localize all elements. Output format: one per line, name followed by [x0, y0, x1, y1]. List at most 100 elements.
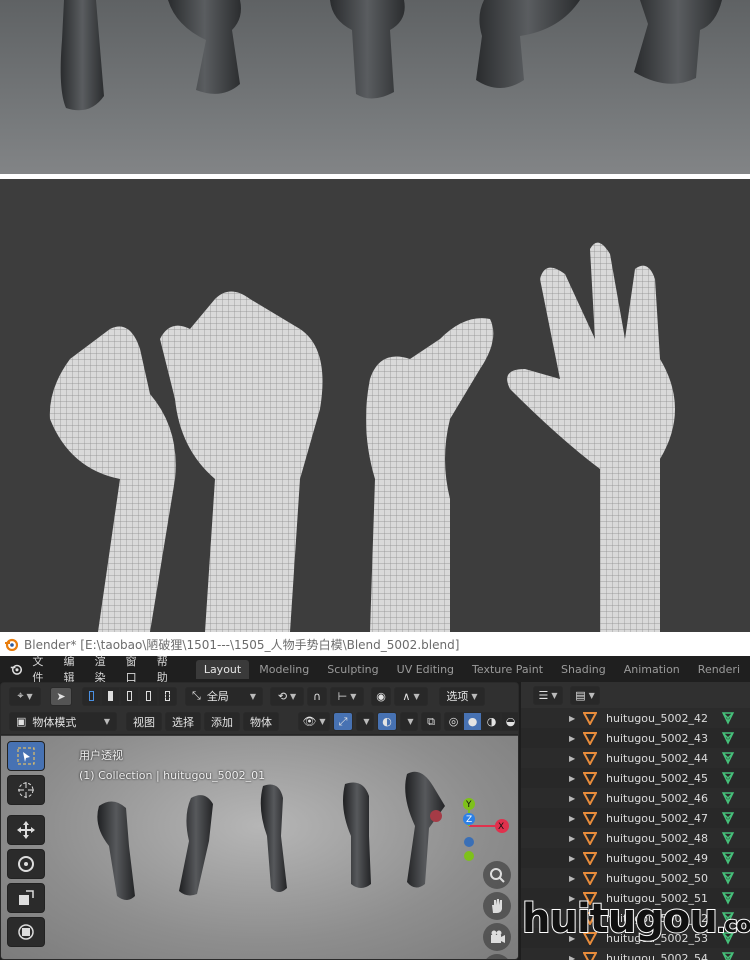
options-label: 选项 — [446, 690, 469, 703]
tab-uv-editing[interactable]: UV Editing — [389, 660, 462, 679]
select-extend-button[interactable] — [101, 686, 120, 706]
expand-arrow-icon[interactable]: ▶ — [569, 834, 575, 843]
expand-arrow-icon[interactable]: ▶ — [569, 734, 575, 743]
menu-render[interactable]: 渲染 — [95, 653, 112, 685]
tab-rendering[interactable]: Renderi — [690, 660, 748, 679]
menu-help[interactable]: 帮助 — [157, 653, 174, 685]
transform-tool[interactable] — [7, 917, 45, 947]
cursor-tool[interactable] — [7, 775, 45, 805]
select-tool-button[interactable]: ➤ — [50, 686, 72, 706]
outliner-item[interactable]: ▶ huitugou_5002_44 — [521, 748, 750, 768]
proportional-edit-toggle[interactable]: ◉ — [371, 686, 391, 706]
chevron-down-icon: ▼ — [363, 717, 370, 726]
tab-texture-paint[interactable]: Texture Paint — [464, 660, 551, 679]
gizmo-dropdown[interactable]: ▼ — [356, 712, 374, 731]
mesh-data-icon[interactable] — [721, 811, 735, 825]
display-mode-dropdown[interactable]: ▤ ▼ — [570, 685, 600, 705]
outliner-item[interactable]: ▶ huitugou_5002_54 — [521, 948, 750, 960]
mesh-data-icon[interactable] — [721, 871, 735, 885]
chevron-down-icon: ▼ — [26, 691, 33, 701]
editor-type-button[interactable]: ⌖ ▼ — [9, 686, 41, 706]
mesh-data-icon[interactable] — [721, 771, 735, 785]
expand-arrow-icon[interactable]: ▶ — [569, 714, 575, 723]
select-new-button[interactable] — [82, 686, 101, 706]
outliner-item-label: huitugou_5002_54 — [606, 951, 708, 960]
shading-solid-button[interactable]: ● — [463, 712, 482, 731]
shading-wireframe-button[interactable]: ◎ — [444, 712, 463, 731]
outliner-item[interactable]: ▶ huitugou_5002_45 — [521, 768, 750, 788]
expand-arrow-icon[interactable]: ▶ — [569, 774, 575, 783]
outliner-item-label: huitugou_5002_48 — [606, 831, 708, 845]
mesh-data-icon[interactable] — [721, 751, 735, 765]
outliner-item[interactable]: ▶ huitugou_5002_46 — [521, 788, 750, 808]
options-dropdown[interactable]: 选项 ▼ — [439, 686, 485, 706]
falloff-dropdown[interactable]: ∧ ▼ — [394, 686, 428, 706]
menu-edit[interactable]: 编辑 — [64, 653, 81, 685]
add-menu[interactable]: 添加 — [204, 712, 240, 731]
expand-arrow-icon[interactable]: ▶ — [569, 814, 575, 823]
overlay-toggle[interactable]: ◐ — [377, 712, 397, 731]
blender-menu-icon[interactable] — [10, 661, 23, 677]
outliner-item[interactable]: ▶ huitugou_5002_43 — [521, 728, 750, 748]
pan-button[interactable] — [483, 892, 511, 920]
rotate-tool[interactable] — [7, 849, 45, 879]
outliner-item[interactable]: ▶ huitugou_5002_48 — [521, 828, 750, 848]
snap-toggle[interactable]: ∩ — [307, 686, 327, 706]
gizmo-toggle[interactable]: ⤢ — [333, 712, 353, 731]
zoom-button[interactable] — [483, 861, 511, 889]
expand-arrow-icon[interactable]: ▶ — [569, 794, 575, 803]
expand-arrow-icon[interactable]: ▶ — [569, 954, 575, 960]
select-subtract-button[interactable] — [120, 686, 139, 706]
material-sphere-icon: ◑ — [486, 715, 497, 728]
expand-arrow-icon[interactable]: ▶ — [569, 874, 575, 883]
outliner-item-label: huitugou_5002_42 — [606, 711, 708, 725]
mesh-data-icon[interactable] — [721, 851, 735, 865]
crosshair-cursor-icon — [18, 782, 34, 798]
outliner-item[interactable]: ▶ huitugou_5002_49 — [521, 848, 750, 868]
outliner-item[interactable]: ▶ huitugou_5002_42 — [521, 708, 750, 728]
tab-animation[interactable]: Animation — [616, 660, 688, 679]
3d-viewport[interactable]: ⌖ ▼ ➤ ⤡ 全局 ▼ ⟲ ▼ ∩ ⊢ ▼ ◉ ∧ ▼ 选项 ▼ ▣ 物体模式… — [0, 682, 519, 960]
shading-material-button[interactable]: ◑ — [482, 712, 501, 731]
pivot-point-dropdown[interactable]: ⟲ ▼ — [270, 686, 304, 706]
expand-arrow-icon[interactable]: ▶ — [569, 854, 575, 863]
menu-file[interactable]: 文件 — [32, 653, 49, 685]
mode-value: 物体模式 — [32, 715, 77, 729]
xray-toggle[interactable]: ⧉ — [421, 712, 441, 731]
snap-target-dropdown[interactable]: ⊢ ▼ — [330, 686, 364, 706]
rotate-icon — [18, 856, 34, 872]
mesh-data-icon[interactable] — [721, 791, 735, 805]
mesh-data-icon[interactable] — [721, 711, 735, 725]
mesh-data-icon[interactable] — [721, 731, 735, 745]
select-menu[interactable]: 选择 — [165, 712, 201, 731]
mesh-data-icon[interactable] — [721, 951, 735, 960]
tab-modeling[interactable]: Modeling — [251, 660, 317, 679]
tab-sculpting[interactable]: Sculpting — [319, 660, 386, 679]
tab-layout[interactable]: Layout — [195, 659, 250, 679]
select-invert-button[interactable] — [158, 686, 177, 706]
move-arrows-icon — [17, 821, 35, 839]
select-intersect-button[interactable] — [139, 686, 158, 706]
mode-dropdown[interactable]: ▣ 物体模式 ▼ — [9, 712, 117, 731]
mesh-data-icon[interactable] — [721, 831, 735, 845]
transform-orientation-dropdown[interactable]: ⤡ 全局 ▼ — [185, 686, 263, 706]
shading-rendered-button[interactable]: ◒ — [501, 712, 518, 731]
select-box-tool[interactable] — [7, 741, 45, 771]
expand-arrow-icon[interactable]: ▶ — [569, 754, 575, 763]
tab-shading[interactable]: Shading — [553, 660, 614, 679]
outliner-item[interactable]: ▶ huitugou_5002_47 — [521, 808, 750, 828]
scale-tool[interactable] — [7, 883, 45, 913]
move-tool[interactable] — [7, 815, 45, 845]
outliner-item[interactable]: ▶ huitugou_5002_50 — [521, 868, 750, 888]
tool-shelf — [7, 741, 47, 951]
navigation-gizmo[interactable]: Y Z X — [421, 788, 518, 868]
visibility-dropdown[interactable]: 👁 ▼ — [298, 712, 330, 731]
object-menu[interactable]: 物体 — [243, 712, 279, 731]
overlay-dropdown[interactable]: ▼ — [400, 712, 418, 731]
view-menu[interactable]: 视图 — [126, 712, 162, 731]
outliner-editor-type-button[interactable]: ☰ ▼ — [533, 685, 563, 705]
gizmo-y-label: Y — [465, 800, 472, 810]
menu-window[interactable]: 窗口 — [126, 653, 143, 685]
perspective-toggle-button[interactable] — [483, 954, 511, 959]
camera-view-button[interactable] — [483, 923, 511, 951]
